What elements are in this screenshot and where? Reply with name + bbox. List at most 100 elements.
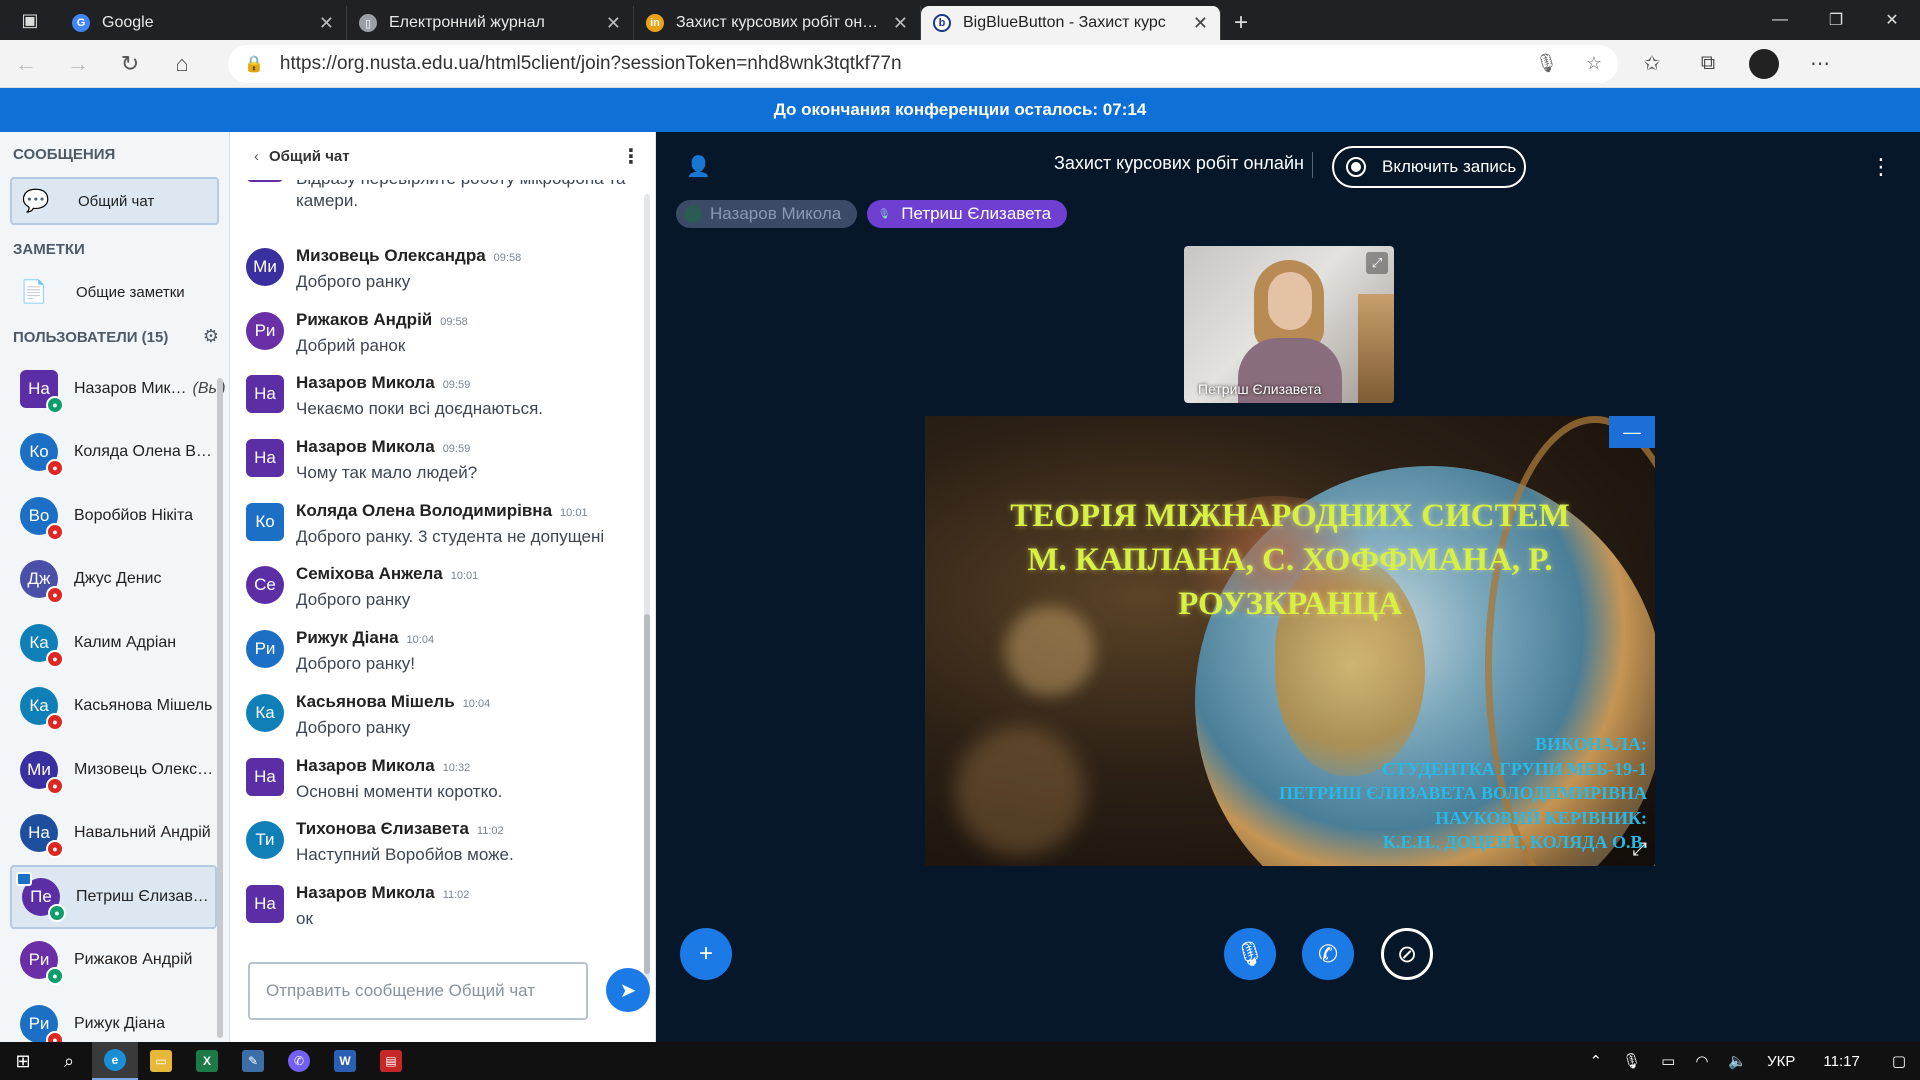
message-author: Касьянова Мішель: [296, 691, 455, 711]
url-field[interactable]: 🔒 https://org.nusta.edu.ua/html5client/j…: [228, 44, 1618, 83]
chat-back-button[interactable]: ‹ Общий чат: [254, 148, 350, 165]
search-icon[interactable]: ⌕: [46, 1042, 92, 1080]
tray-clock[interactable]: 11:17: [1805, 1053, 1877, 1070]
pdf-reader-taskbar-icon[interactable]: ▤: [368, 1042, 414, 1080]
webcam-fullscreen-icon[interactable]: ⤢: [1366, 252, 1388, 274]
collections-icon[interactable]: ⧉: [1680, 40, 1736, 88]
send-icon: ➤: [619, 979, 637, 1002]
tray-chevron-up-icon[interactable]: ⌃: [1580, 1052, 1613, 1070]
webcam-video[interactable]: Петриш Єлизавета ⤢: [1184, 246, 1394, 403]
notifications-icon[interactable]: ▢: [1878, 1052, 1920, 1070]
home-icon[interactable]: ⌂: [156, 40, 208, 88]
gear-icon[interactable]: ⚙: [203, 326, 219, 347]
browser-tab-2[interactable]: ▯ Електронний журнал ✕: [347, 6, 634, 40]
user-list-item[interactable]: Ка ● Калим Адріан: [0, 611, 229, 675]
minimize-icon[interactable]: —: [1752, 0, 1808, 40]
slide-title-line: РОУЗКРАНЦА: [1178, 586, 1402, 622]
tray-microphone-icon[interactable]: 🎙: [1612, 1052, 1651, 1070]
more-menu-icon[interactable]: ⋯: [1792, 40, 1848, 88]
message-time: 10:01: [450, 570, 479, 583]
word-taskbar-icon[interactable]: W: [322, 1042, 368, 1080]
notepad-taskbar-icon[interactable]: ✎: [230, 1042, 276, 1080]
user-list-item[interactable]: На ● Назаров Мик… (Вы): [0, 357, 229, 421]
lock-icon[interactable]: 🔒: [244, 54, 264, 74]
slide-credit-line: НАУКОВИЙ КЕРІВНИК:: [1435, 807, 1647, 828]
camera-off-button[interactable]: ⊘: [1381, 928, 1433, 980]
file-explorer-taskbar-icon[interactable]: ▭: [138, 1042, 184, 1080]
user-list-item[interactable]: Пе ● Петриш Єлизавета: [10, 865, 217, 929]
reload-icon[interactable]: ↻: [104, 40, 156, 88]
chat-message-input[interactable]: Отправить сообщение Общий чат: [248, 962, 588, 1020]
user-list-item[interactable]: Ко ● Коляда Олена Во…: [0, 421, 229, 485]
user-list-item[interactable]: Ри ● Рижук Діана: [0, 992, 229, 1042]
talker-indicator[interactable]: 🎙 Петриш Єлизавета: [867, 200, 1068, 228]
new-tab-button[interactable]: +: [1221, 6, 1261, 40]
minimize-presentation-button[interactable]: —: [1609, 416, 1655, 448]
public-chat-nav-item[interactable]: 💬 Общий чат: [10, 177, 219, 225]
avatar-initials: Ри: [254, 639, 276, 659]
message-time: 10:01: [560, 506, 588, 519]
forward-icon[interactable]: →: [52, 40, 104, 88]
user-name: Навальний Андрій: [74, 824, 211, 842]
user-list-item[interactable]: Ри ● Рижаков Андрій: [0, 929, 229, 993]
chat-message: Ри Рижаков Андрій 09:58 Добрий ранок: [230, 306, 640, 370]
chat-message: Ко Коляда Олена Володимирівна 10:01 Доброго…: [230, 497, 640, 561]
talker-indicator[interactable]: Назаров Микола: [676, 200, 858, 228]
browser-tab-1[interactable]: G Google ✕: [60, 6, 347, 40]
tray-network-icon[interactable]: ▭: [1651, 1052, 1685, 1070]
user-list-item[interactable]: Дж ● Джус Денис: [0, 548, 229, 612]
phone-audio-button[interactable]: ✆: [1302, 928, 1354, 980]
user-list-item[interactable]: На ● Навальний Андрій: [0, 802, 229, 866]
messages-section-title: СООБЩЕНИЯ: [13, 146, 116, 163]
user-avatar: Ка ●: [20, 623, 64, 668]
tray-language[interactable]: УКР: [1757, 1053, 1805, 1070]
close-tab-icon[interactable]: ✕: [319, 13, 334, 34]
favorites-icon[interactable]: ✩: [1624, 40, 1680, 88]
avatar-initials: Ми: [27, 759, 51, 779]
user-list-item[interactable]: Ка ● Касьянова Мішель: [0, 675, 229, 739]
avatar-initials: Ко: [29, 442, 49, 462]
close-tab-icon[interactable]: ✕: [606, 13, 621, 34]
message-avatar: Ри: [246, 630, 284, 669]
mic-muted-icon: ●: [46, 713, 64, 732]
chat-scrollbar[interactable]: [644, 194, 650, 980]
tab-actions-icon[interactable]: ▣: [0, 0, 60, 40]
microphone-button[interactable]: 🎙: [1224, 928, 1276, 980]
mic-muted-icon: ●: [46, 840, 64, 859]
close-tab-icon[interactable]: ✕: [1193, 13, 1208, 34]
message-text: Наступний Воробйов може.: [296, 845, 514, 865]
user-list-toggle-icon[interactable]: 👤: [686, 154, 711, 179]
edge-taskbar-icon[interactable]: e: [92, 1042, 138, 1080]
user-list-item[interactable]: Ми ● Мизовець Олекса…: [0, 738, 229, 802]
chat-options-icon[interactable]: ⋮: [621, 144, 641, 169]
user-list-item[interactable]: Во ● Воробйов Нікіта: [0, 484, 229, 548]
back-icon[interactable]: ←: [0, 40, 52, 88]
record-icon: [1346, 157, 1366, 177]
add-favorite-icon[interactable]: ☆: [1586, 53, 1602, 74]
tray-wifi-icon[interactable]: ◠: [1685, 1052, 1718, 1070]
windows-start-icon[interactable]: ⊞: [0, 1042, 46, 1080]
message-text: Чому так мало людей?: [296, 463, 478, 483]
close-window-icon[interactable]: ✕: [1864, 0, 1920, 40]
message-avatar: На: [246, 375, 284, 414]
profile-avatar[interactable]: [1736, 40, 1792, 88]
record-label: Включить запись: [1382, 157, 1517, 176]
shared-notes-nav-item[interactable]: 📄 Общие заметки: [10, 270, 219, 314]
viber-taskbar-icon[interactable]: ✆: [276, 1042, 322, 1080]
browser-tab-4[interactable]: b BigBlueButton - Захист курс ✕: [921, 6, 1221, 40]
actions-plus-button[interactable]: +: [680, 928, 732, 980]
browser-tab-3[interactable]: in Захист курсових робіт онлайн ✕: [634, 6, 921, 40]
maximize-icon[interactable]: ❐: [1808, 0, 1864, 40]
excel-taskbar-icon[interactable]: X: [184, 1042, 230, 1080]
message-text: ок: [296, 908, 313, 928]
microphone-permission-icon[interactable]: 🎙: [1535, 53, 1558, 74]
tray-volume-icon[interactable]: 🔈: [1718, 1052, 1757, 1070]
options-menu-icon[interactable]: ⋮: [1870, 154, 1892, 180]
fullscreen-icon[interactable]: ⤢: [1633, 839, 1647, 860]
mic-muted-icon: ●: [46, 649, 64, 668]
message-time: 09:59: [442, 379, 471, 392]
start-recording-button[interactable]: Включить запись: [1332, 146, 1526, 188]
close-tab-icon[interactable]: ✕: [893, 13, 908, 34]
user-list-scrollbar[interactable]: [217, 378, 223, 1038]
send-message-button[interactable]: ➤: [606, 968, 650, 1012]
